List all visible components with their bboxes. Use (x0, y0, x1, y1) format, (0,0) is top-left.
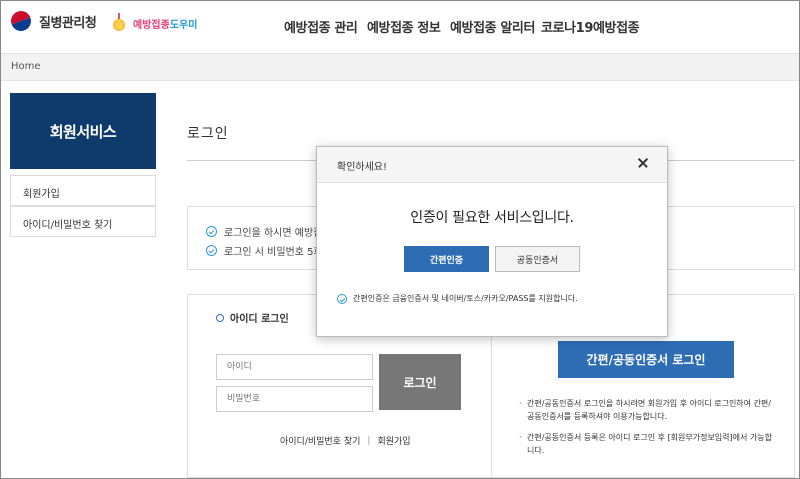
dialog-note: 간편인증은 금융인증서 및 네이버/토스/카카오/PASS를 지원합니다. (337, 293, 578, 304)
cert-note-1b: 공동인증서를 등록하셔야 이용가능합니다. (527, 412, 668, 421)
login-button[interactable]: 로그인 (379, 354, 461, 410)
cert-note-2a: 간편/공동인증서 등록은 아이디 로그인 후 [회원부가정보입력]에서 가능합 (527, 433, 772, 442)
cert-note-2: 간편/공동인증서 등록은 아이디 로그인 후 [회원부가정보입력]에서 가능합 … (519, 431, 789, 457)
password-input[interactable] (216, 386, 373, 412)
page-title: 로그인 (187, 126, 229, 142)
sidebar-item-find-account[interactable]: 아이디/비밀번호 찾기 (10, 206, 156, 237)
link-separator: | (367, 435, 371, 446)
login-links: 아이디/비밀번호 찾기 | 회원가입 (280, 434, 411, 448)
speech-bubble-icon (206, 226, 217, 237)
simple-auth-button[interactable]: 간편인증 (404, 246, 489, 272)
browser-page: 질병관리청 예방접종도우미 예방접종 관리 예방접종 정보 예방접종 알리터 코… (0, 0, 800, 479)
helper-logo-text-b: 도우미 (169, 19, 198, 31)
breadcrumb: Home (1, 53, 799, 81)
id-login-title: 아이디 로그인 (216, 310, 289, 325)
circle-bullet-icon (216, 313, 224, 322)
kdca-logo-text: 질병관리청 (39, 15, 97, 31)
notice-item: 로그인을 하시면 예방접종 (206, 224, 332, 239)
dialog-note-text: 간편인증은 금융인증서 및 네이버/토스/카카오/PASS를 지원합니다. (353, 294, 578, 303)
sun-icon (109, 13, 129, 33)
cert-note-1: 간편/공동인증서 로그인을 하시려면 회원가입 후 아이디 로그인하여 간편/ … (519, 397, 789, 423)
cert-note-2b: 니다. (527, 446, 545, 455)
speech-bubble-icon (337, 293, 347, 304)
id-login-title-text: 아이디 로그인 (230, 314, 289, 325)
joint-certificate-button[interactable]: 공동인증서 (495, 246, 580, 272)
auth-required-dialog: 확인하세요! 인증이 필요한 서비스입니다. 간편인증 공동인증서 간편인증은 … (316, 146, 668, 337)
cert-login-button[interactable]: 간편/공동인증서 로그인 (558, 341, 734, 378)
speech-bubble-icon (206, 245, 217, 256)
nav-covid19-vaccination[interactable]: 코로나19예방접종 (541, 17, 640, 36)
taegeuk-icon (8, 8, 34, 34)
dialog-title: 확인하세요! (337, 162, 388, 173)
vaccination-helper-logo[interactable]: 예방접종도우미 (109, 13, 197, 33)
site-header: 질병관리청 예방접종도우미 예방접종 관리 예방접종 정보 예방접종 알리터 코… (1, 1, 799, 53)
cert-note-1a: 간편/공동인증서 로그인을 하시려면 회원가입 후 아이디 로그인하여 간편/ (527, 399, 771, 408)
nav-vaccination-management[interactable]: 예방접종 관리 (284, 17, 358, 36)
helper-logo-text-a: 예방접종 (133, 19, 170, 31)
join-link[interactable]: 회원가입 (377, 434, 410, 447)
find-account-link[interactable]: 아이디/비밀번호 찾기 (280, 434, 360, 447)
nav-vaccination-info[interactable]: 예방접종 정보 (367, 17, 441, 36)
dialog-message: 인증이 필요한 서비스입니다. (410, 210, 574, 226)
close-icon[interactable] (635, 154, 653, 172)
sidebar-item-join[interactable]: 회원가입 (10, 175, 156, 206)
nav-vaccination-alert[interactable]: 예방접종 알리터 (450, 17, 535, 36)
sidebar-title: 회원서비스 (10, 93, 156, 169)
kdca-logo[interactable]: 질병관리청 (8, 8, 97, 34)
id-input[interactable] (216, 354, 373, 380)
breadcrumb-home[interactable]: Home (11, 61, 41, 72)
dialog-header: 확인하세요! (317, 147, 667, 183)
